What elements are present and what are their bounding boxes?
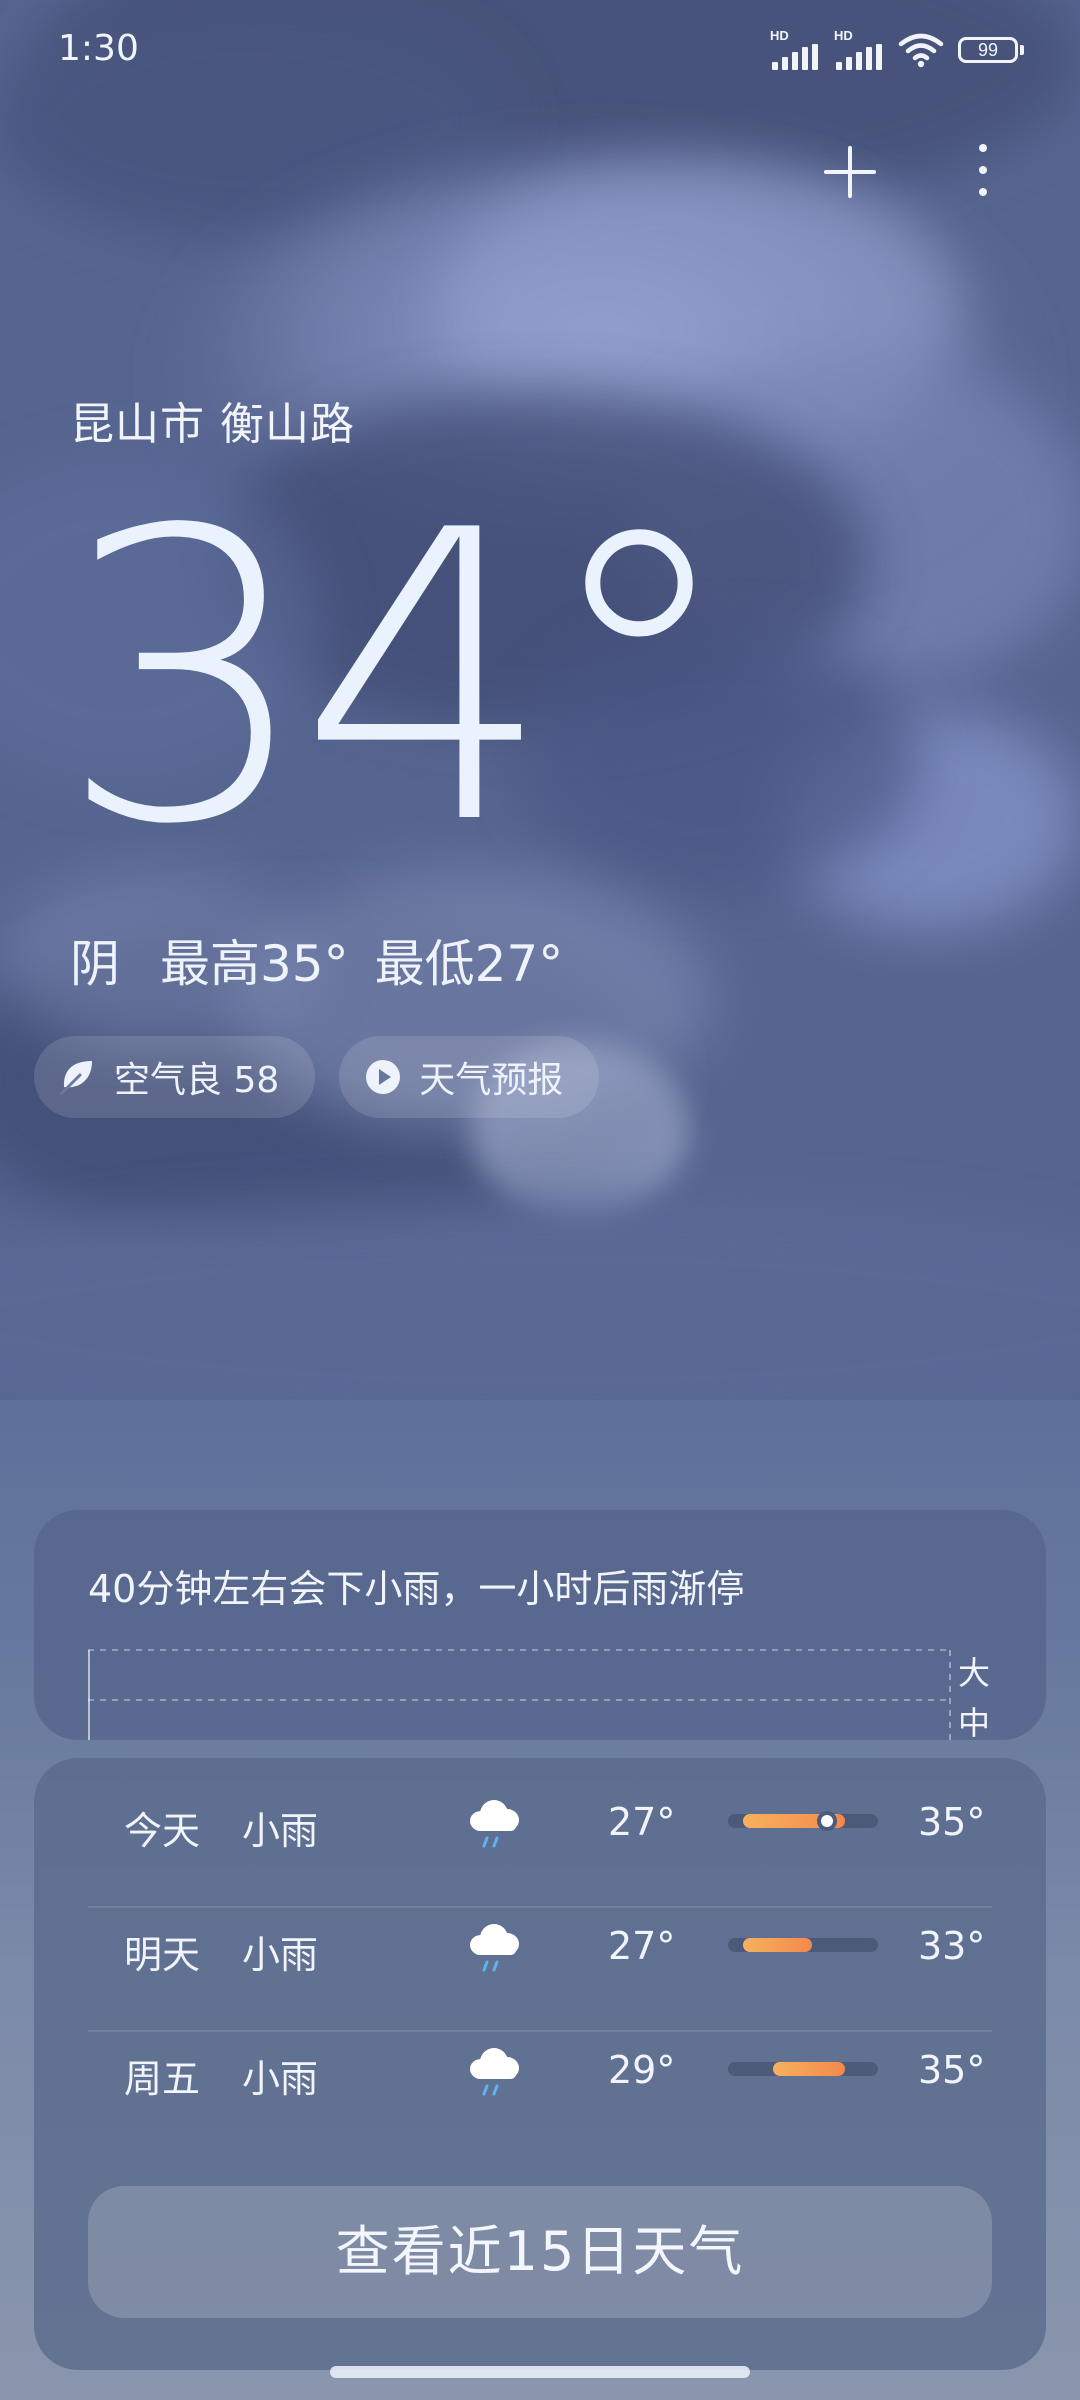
info-chips: 空气良 58 天气预报 — [34, 1036, 600, 1118]
forecast-desc: 小雨 — [242, 1809, 319, 1853]
temp-range-fill — [743, 1938, 812, 1952]
forecast-desc: 小雨 — [242, 2057, 319, 2101]
status-time: 1:30 — [58, 28, 139, 69]
high-temperature: 最高35° — [160, 935, 349, 993]
current-temp-marker — [817, 1811, 837, 1831]
signal-icon: HD — [834, 28, 884, 70]
location-name[interactable]: 昆山市 衡山路 — [70, 388, 355, 452]
temp-range-fill — [773, 2062, 845, 2076]
weather-condition: 阴 — [70, 935, 120, 993]
temp-range-bar — [728, 2062, 878, 2076]
rain-cloud-icon — [470, 1800, 519, 1848]
forecast-row[interactable]: 明天 小雨 27° 33° — [88, 1882, 992, 2006]
forecast-day: 周五 — [124, 2057, 201, 2101]
forecast-row[interactable]: 周五 小雨 29° 35° — [88, 2006, 992, 2130]
temp-range-bar — [728, 1811, 878, 1831]
battery-level: 99 — [958, 37, 1018, 63]
rain-chart — [88, 1649, 951, 1740]
rain-cloud-icon — [470, 2048, 519, 2096]
forecast-low: 27° — [608, 1924, 676, 1968]
forecast-low: 29° — [608, 2048, 676, 2092]
forecast-video-label: 天气预报 — [419, 1060, 564, 1101]
forecast-day: 今天 — [124, 1809, 201, 1853]
status-icons: HD HD 99 — [770, 28, 1024, 70]
air-quality-chip[interactable]: 空气良 58 — [34, 1036, 316, 1118]
rain-cloud-icon — [470, 1924, 519, 1972]
rain-summary: 40分钟左右会下小雨，一小时后雨渐停 — [88, 1567, 745, 1611]
forecast-low: 27° — [608, 1800, 676, 1844]
battery-icon: 99 — [958, 37, 1024, 63]
forecast-desc: 小雨 — [242, 1933, 319, 1977]
forecast-high: 35° — [918, 2048, 986, 2092]
status-bar: 1:30 HD HD 99 — [0, 0, 1080, 100]
add-icon[interactable] — [822, 144, 878, 200]
forecast-row[interactable]: 今天 小雨 27° 35° — [88, 1758, 992, 1882]
wifi-icon — [898, 33, 944, 68]
view-15-day-button[interactable]: 查看近15日天气 — [88, 2186, 992, 2318]
rain-level-medium: 中 — [958, 1704, 991, 1740]
forecast-high: 33° — [918, 1924, 986, 1968]
leaf-icon — [60, 1061, 92, 1095]
forecast-day: 明天 — [124, 1933, 201, 1977]
condition-line: 阴 最高35° 最低27° — [70, 924, 563, 996]
home-indicator[interactable] — [330, 2366, 750, 2378]
daily-forecast-card: 今天 小雨 27° 35° 明天 小雨 27° 33° 周五 小雨 29° 35… — [34, 1758, 1046, 2370]
rain-forecast-card[interactable]: 40分钟左右会下小雨，一小时后雨渐停 大 中 — [34, 1510, 1046, 1740]
signal-icon: HD — [770, 28, 820, 70]
air-quality-label: 空气良 58 — [114, 1060, 280, 1101]
forecast-video-chip[interactable]: 天气预报 — [339, 1036, 600, 1118]
forecast-high: 35° — [918, 1800, 986, 1844]
signal-hd-label: HD — [770, 28, 789, 43]
current-temperature: 34° — [58, 447, 739, 912]
rain-level-heavy: 大 — [958, 1654, 991, 1692]
more-vertical-icon[interactable] — [958, 140, 1008, 200]
signal-hd-label: HD — [834, 28, 853, 43]
low-temperature: 最低27° — [374, 935, 564, 993]
play-circle-icon — [366, 1060, 401, 1094]
temp-range-bar — [728, 1938, 878, 1952]
